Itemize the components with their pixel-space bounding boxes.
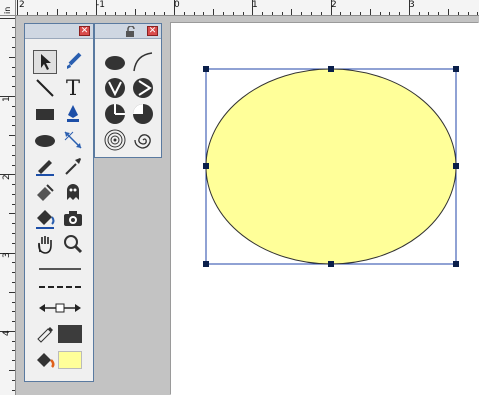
play-circle-icon — [133, 78, 153, 98]
tools-palette-titlebar[interactable]: ✕ — [25, 24, 93, 39]
lock-icon[interactable] — [125, 26, 137, 37]
filled-ellipse-icon — [105, 56, 125, 70]
concentric-circles-shape-button[interactable] — [103, 128, 127, 152]
close-icon[interactable]: ✕ — [147, 26, 158, 36]
rectangle-tool[interactable] — [33, 102, 57, 126]
eraser-icon — [37, 184, 54, 201]
spiral-shape-button[interactable] — [131, 128, 155, 152]
resize-handle[interactable] — [453, 163, 459, 169]
ghost-tool[interactable] — [61, 180, 85, 204]
fill-color-tool[interactable] — [33, 348, 57, 372]
hand-tool[interactable] — [33, 232, 57, 256]
spiral-icon — [134, 134, 151, 149]
v-circle-icon — [105, 78, 125, 98]
pencil-icon — [37, 327, 53, 343]
resize-handle[interactable] — [203, 163, 209, 169]
ellipse-shape[interactable] — [205, 68, 457, 265]
rectangle-icon — [36, 109, 54, 120]
zoom-tool[interactable] — [61, 232, 85, 256]
pencil-tool[interactable] — [33, 154, 57, 178]
selection-tool[interactable] — [33, 50, 57, 74]
ellipse-tool[interactable] — [33, 128, 57, 152]
resize-handle[interactable] — [453, 261, 459, 267]
hand-icon — [38, 236, 52, 254]
scale-tool[interactable] — [61, 128, 85, 152]
resize-handle[interactable] — [453, 66, 459, 72]
selection-arrow-icon — [41, 54, 51, 70]
stroke-color-swatch[interactable] — [58, 325, 82, 343]
stroke-color-tool[interactable] — [33, 322, 57, 346]
shapes-palette-titlebar[interactable]: ✕ — [95, 24, 161, 39]
pen-nib-icon — [67, 105, 79, 122]
camera-tool[interactable] — [61, 206, 85, 230]
close-icon[interactable]: ✕ — [79, 26, 90, 36]
ellipse-icon — [35, 135, 55, 147]
brush-tool[interactable] — [61, 50, 85, 74]
paint-bucket-icon — [36, 210, 55, 229]
pen-brush-icon — [67, 52, 82, 69]
line-tool[interactable] — [33, 76, 57, 100]
concentric-circles-icon — [104, 129, 126, 151]
eraser-tool[interactable] — [33, 180, 57, 204]
pie-icon — [105, 104, 125, 124]
eyedropper-tool[interactable] — [61, 154, 85, 178]
text-icon: T — [66, 76, 81, 100]
resize-handle[interactable] — [328, 66, 334, 72]
camera-icon — [64, 211, 82, 226]
pen-tool[interactable] — [61, 102, 85, 126]
filled-ellipse-shape-button[interactable] — [103, 50, 127, 74]
line-icon — [36, 79, 54, 97]
resize-handle[interactable] — [203, 261, 209, 267]
play-circle-shape-button[interactable] — [131, 76, 155, 100]
paint-bucket-icon — [37, 353, 55, 368]
v-circle-shape-button[interactable] — [103, 76, 127, 100]
quarter-pie-shape-button[interactable] — [131, 102, 155, 126]
quarter-pie-icon — [133, 104, 153, 124]
resize-handle[interactable] — [203, 66, 209, 72]
resize-handle[interactable] — [328, 261, 334, 267]
text-tool[interactable]: T — [61, 76, 85, 100]
arrow-line-option[interactable] — [39, 303, 81, 313]
arc-icon — [133, 52, 153, 72]
tools-palette: ✕ T — [24, 23, 94, 382]
scale-icon — [64, 131, 82, 149]
shapes-palette: ✕ — [94, 23, 162, 158]
paint-bucket-tool[interactable] — [33, 206, 57, 230]
pie-shape-button[interactable] — [103, 102, 127, 126]
pencil-icon — [36, 160, 54, 176]
line-style-options — [39, 268, 81, 313]
magnifier-icon — [64, 235, 83, 254]
ghost-icon — [67, 184, 79, 200]
fill-color-swatch[interactable] — [58, 351, 82, 369]
arc-shape-button[interactable] — [131, 50, 155, 74]
eyedropper-icon — [65, 158, 81, 175]
